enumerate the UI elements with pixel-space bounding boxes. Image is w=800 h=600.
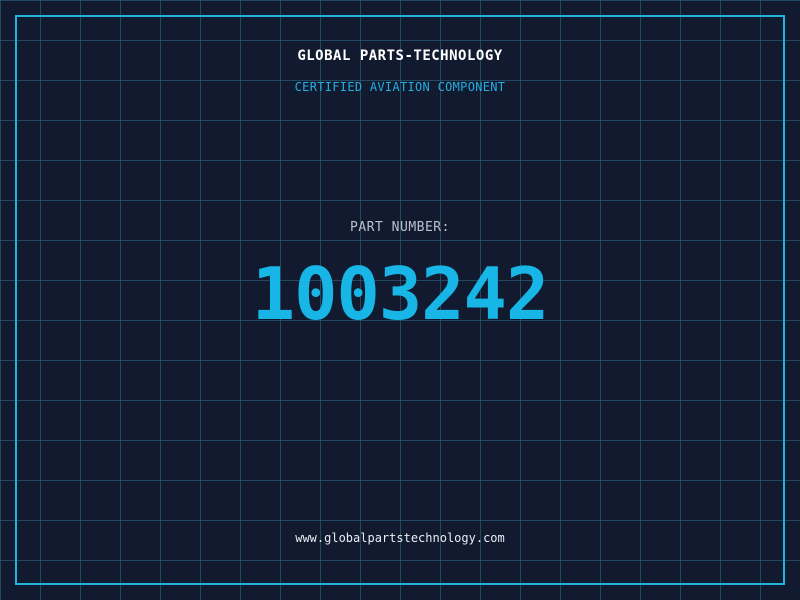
website-url: www.globalpartstechnology.com xyxy=(295,531,505,545)
part-number-value: 1003242 xyxy=(251,252,549,336)
company-name: GLOBAL PARTS-TECHNOLOGY xyxy=(297,48,503,64)
certification-tagline: CERTIFIED AVIATION COMPONENT xyxy=(294,80,506,94)
part-number-label: PART NUMBER: xyxy=(350,220,450,235)
